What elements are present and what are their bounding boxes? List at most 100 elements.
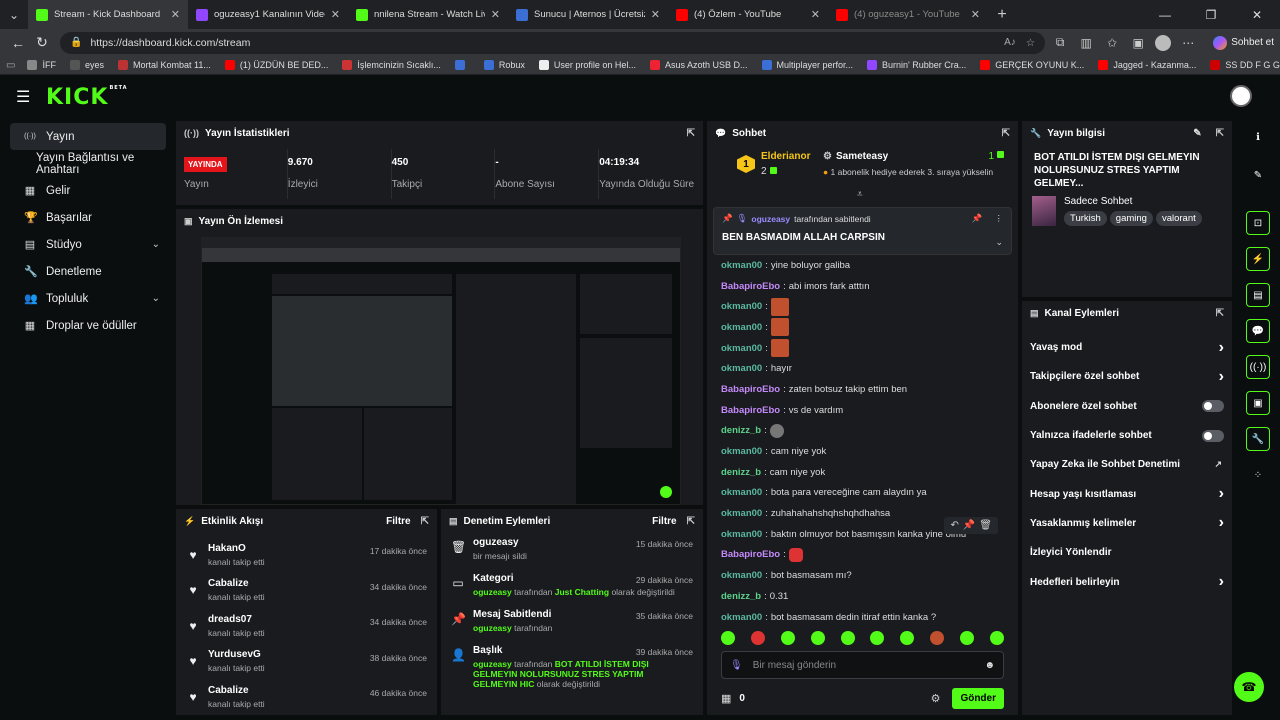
chat-username[interactable]: BabapiroEbo	[721, 549, 780, 560]
sidebar-item-drops[interactable]: ▦ Droplar ve ödüller	[10, 312, 166, 339]
chat-username[interactable]: BabapiroEbo	[721, 405, 780, 416]
bookmark-item[interactable]: SS DD F G GN...	[1210, 60, 1280, 70]
send-button[interactable]: Gönder	[952, 687, 1004, 709]
popout-icon[interactable]: ⇱	[1216, 308, 1224, 319]
chat-message[interactable]: okman00:	[721, 296, 998, 317]
favorite-star-icon[interactable]: ☆	[1026, 37, 1035, 49]
chevron-down-icon[interactable]: ⌄	[152, 293, 160, 304]
chat-message[interactable]: okman00: hayır	[721, 358, 998, 379]
browser-tab[interactable]: oguzeasy1 Kanalının Videoları - Tw ✕	[188, 0, 348, 29]
pinned-message[interactable]: 📌 🎙 oguzeasy tarafından sabitlendi 📌 ⋮ BEN …	[713, 207, 1012, 255]
sidebar-item-wrench[interactable]: 🔧 Denetleme	[10, 258, 166, 285]
chat-message[interactable]: okman00:	[721, 317, 998, 338]
chat-username[interactable]: okman00	[721, 446, 762, 457]
chat-username[interactable]: okman00	[721, 363, 762, 374]
pin-message-icon[interactable]: 📌	[963, 520, 975, 531]
profile-avatar[interactable]	[1155, 34, 1172, 51]
chat-settings-icon[interactable]: ⚙	[931, 692, 941, 705]
broadcast-icon[interactable]: ((·))	[1246, 355, 1270, 379]
bookmark-item[interactable]: Burnin' Rubber Cra...	[867, 60, 966, 70]
chat-username[interactable]: okman00	[721, 570, 762, 581]
chat-message[interactable]: BabapiroEbo: zaten botsuz takip ettim ben	[721, 379, 998, 400]
chat-message[interactable]: denizz_b: cam niye yok	[721, 462, 998, 483]
chat-username[interactable]: BabapiroEbo	[721, 281, 780, 292]
emote-icon[interactable]	[930, 631, 945, 645]
tab-menu-icon[interactable]: ⌄	[0, 0, 28, 29]
gifter-name[interactable]: Elderianor	[761, 151, 823, 162]
popout-icon[interactable]: ⇱	[687, 128, 695, 139]
wrench-icon[interactable]: 🔧	[1246, 427, 1270, 451]
channel-action-item[interactable]: Abonelere özel sohbet	[1022, 392, 1232, 421]
chat-username[interactable]: okman00	[721, 612, 762, 623]
stream-tag[interactable]: gaming	[1109, 211, 1153, 226]
chat-message[interactable]: okman00: cam niye yok	[721, 441, 998, 462]
restore-icon[interactable]: ❐	[1188, 0, 1234, 29]
browser-tab[interactable]: Stream - Kick Dashboard ✕	[28, 0, 188, 29]
sidebar-item-revenue[interactable]: ▦ Gelir	[10, 177, 166, 204]
emote-icon[interactable]	[960, 631, 974, 645]
channel-action-item[interactable]: Yavaş mod ›	[1022, 333, 1232, 362]
channel-action-item[interactable]: Yapay Zeka ile Sohbet Denetimi ↗	[1022, 450, 1232, 479]
edit-icon[interactable]: ✎	[1193, 128, 1201, 139]
add-widget-icon[interactable]: ⁘	[1246, 463, 1270, 487]
chat-username[interactable]: okman00	[721, 322, 762, 333]
document-icon[interactable]: ▤	[1246, 283, 1270, 307]
chat-username[interactable]: okman00	[721, 529, 762, 540]
chat-message[interactable]: okman00:	[721, 338, 998, 359]
read-aloud-icon[interactable]: A♪	[1004, 37, 1016, 48]
channel-action-item[interactable]: Yasaklanmış kelimeler ›	[1022, 509, 1232, 538]
chat-icon[interactable]: 💬	[1246, 319, 1270, 343]
sidebar-item-community[interactable]: 👥 Topluluk ⌄	[10, 285, 166, 312]
favorites-icon[interactable]: ✩	[1103, 36, 1121, 50]
chat-message[interactable]: okman00: bot basmasam dedin itiraf ettin …	[721, 607, 998, 628]
toggle-switch[interactable]	[1202, 429, 1224, 442]
chat-username[interactable]: okman00	[721, 487, 762, 498]
sidebar-item-trophy[interactable]: 🏆 Başarılar	[10, 204, 166, 231]
back-icon[interactable]: ←	[6, 31, 30, 55]
popout-icon[interactable]: ⇱	[421, 516, 429, 527]
lightning-icon[interactable]: ⚡	[1246, 247, 1270, 271]
url-input[interactable]: 🔒 https://dashboard.kick.com/stream A♪ ☆	[60, 31, 1046, 54]
emote-icon[interactable]	[900, 631, 915, 645]
channel-action-item[interactable]: İzleyici Yönlendir	[1022, 538, 1232, 567]
bookmark-item[interactable]: Asus Azoth USB D...	[649, 60, 748, 70]
chat-message[interactable]: okman00: bota para vereceğine cam alaydın…	[721, 483, 998, 504]
emote-icon[interactable]	[989, 631, 1004, 645]
kick-logo[interactable]: KICK BETA	[46, 85, 128, 110]
tab-close-icon[interactable]: ✕	[811, 8, 820, 21]
chat-message[interactable]: denizz_b:0.31	[721, 586, 998, 607]
bookmark-item[interactable]: eyes	[69, 60, 104, 70]
stream-tag[interactable]: Turkish	[1064, 211, 1107, 226]
screen-icon[interactable]: ⊡	[1246, 211, 1270, 235]
channel-action-item[interactable]: Yalnızca ifadelerle sohbet	[1022, 421, 1232, 450]
collections-icon[interactable]: ▣	[1129, 36, 1147, 50]
browser-tab[interactable]: Sunucu | Aternos | Ücretsiz Minecra ✕	[508, 0, 668, 29]
popout-icon[interactable]: ⇱	[687, 516, 695, 527]
emote-icon[interactable]	[721, 631, 735, 645]
close-window-icon[interactable]: ✕	[1234, 0, 1280, 29]
chat-username[interactable]: okman00	[721, 343, 762, 354]
popout-icon[interactable]: ⇱	[1002, 128, 1010, 139]
chat-message[interactable]: BabapiroEbo: abi imors fark atttın	[721, 276, 998, 297]
bookmark-item[interactable]: İşlemcinizin Sıcaklı...	[342, 60, 441, 70]
user-avatar[interactable]	[1230, 85, 1252, 107]
bookmark-item[interactable]: Robux	[483, 60, 525, 70]
chevron-down-icon[interactable]: ⌄	[995, 237, 1003, 248]
more-icon[interactable]: ⋯	[1179, 36, 1197, 50]
browser-tab[interactable]: nnilena Stream - Watch Live on Kick ✕	[348, 0, 508, 29]
toggle-switch[interactable]	[1202, 400, 1224, 413]
chat-message[interactable]: okman00: bot basmasam mı?	[721, 565, 998, 586]
pin-icon[interactable]: 📌	[972, 213, 983, 224]
browser-tab[interactable]: (4) Özlem - YouTube ✕	[668, 0, 828, 29]
emote-icon[interactable]	[870, 631, 885, 645]
split-screen-icon[interactable]: ▥	[1077, 36, 1095, 50]
moderation-actor[interactable]: oguzeasy	[473, 587, 512, 597]
sidebar-item-stream-key[interactable]: Yayın Bağlantısı ve Anahtarı	[10, 150, 166, 177]
bookmark-item[interactable]	[454, 60, 470, 70]
bookmark-item[interactable]: Multiplayer perfor...	[761, 60, 853, 70]
tab-close-icon[interactable]: ✕	[331, 8, 340, 21]
hamburger-menu-icon[interactable]: ☰	[16, 87, 46, 107]
delete-icon[interactable]: 🗑	[979, 520, 992, 531]
emoji-icon[interactable]: ☻	[984, 660, 995, 671]
chat-message[interactable]: denizz_b:	[721, 421, 998, 442]
